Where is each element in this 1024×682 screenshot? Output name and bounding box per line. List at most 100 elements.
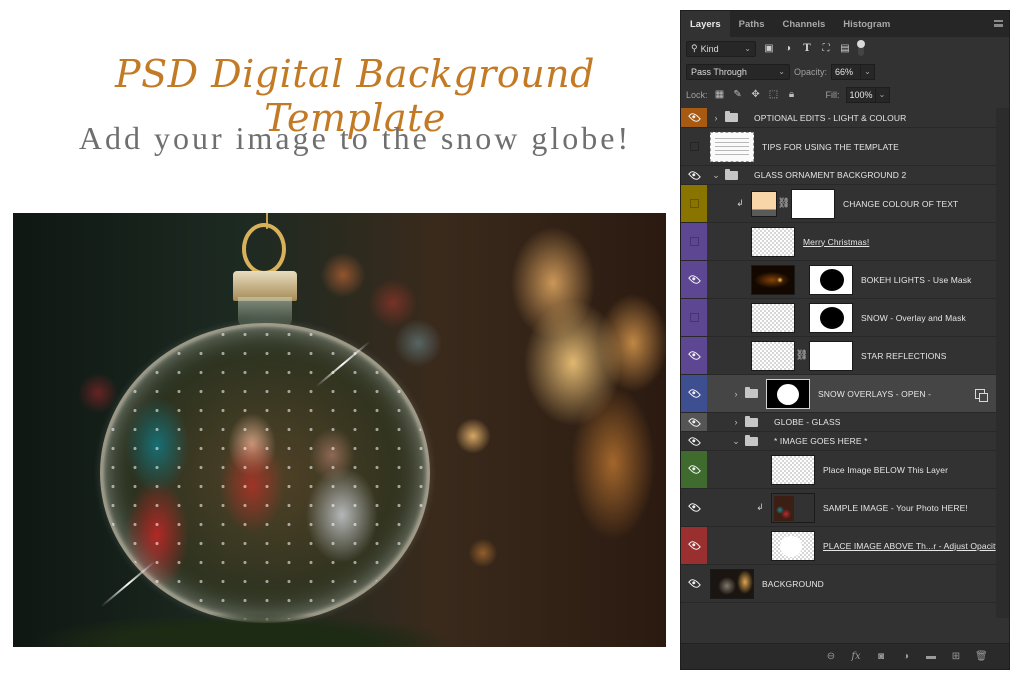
visibility-toggle[interactable] (681, 261, 707, 298)
layer-name[interactable]: Place Image BELOW This Layer (823, 465, 948, 475)
add-mask-icon[interactable]: ◙ (875, 651, 887, 662)
lock-artboard-icon[interactable]: ⬚ (768, 89, 780, 101)
chevron-right-icon[interactable]: › (731, 389, 741, 399)
layer-thumbnail[interactable] (751, 340, 795, 371)
adjustment-filter-icon[interactable]: ◑ (782, 43, 794, 55)
layer-name[interactable]: PLACE IMAGE ABOVE Th...r - Adjust Opacit… (823, 541, 1000, 551)
layer-thumbnail[interactable] (771, 530, 815, 561)
new-layer-icon[interactable]: ⊞ (950, 651, 962, 662)
visibility-toggle[interactable] (681, 375, 707, 412)
visibility-toggle[interactable] (681, 128, 707, 165)
layers-scrollbar[interactable] (996, 108, 1009, 618)
opacity-field[interactable]: 66% ⌄ (831, 63, 876, 80)
layer-row[interactable]: TIPS FOR USING THE TEMPLATE (681, 128, 997, 166)
layer-mask-thumbnail[interactable] (809, 302, 853, 333)
layer-thumbnail[interactable] (771, 492, 815, 523)
layer-row[interactable]: ↲ SAMPLE IMAGE - Your Photo HERE! (681, 489, 997, 527)
visibility-toggle[interactable] (681, 108, 707, 127)
layer-name[interactable]: SAMPLE IMAGE - Your Photo HERE! (823, 503, 968, 513)
layer-name[interactable]: SNOW - Overlay and Mask (861, 313, 966, 323)
layer-thumbnail[interactable] (751, 264, 795, 295)
fill-field[interactable]: 100% ⌄ (845, 86, 890, 103)
layer-name[interactable]: GLOBE - GLASS (774, 417, 841, 427)
type-filter-icon[interactable]: T (801, 43, 813, 55)
fill-value[interactable]: 100% (845, 86, 876, 103)
smart-object-filter-icon[interactable]: ▤ (839, 43, 851, 55)
delete-icon[interactable]: 🗑︎ (975, 651, 988, 662)
new-group-icon[interactable]: ▬ (925, 651, 937, 662)
visibility-toggle[interactable] (681, 565, 707, 602)
opacity-slider-toggle[interactable]: ⌄ (861, 63, 876, 80)
layer-mask-thumbnail[interactable] (809, 340, 853, 371)
tab-layers[interactable]: Layers (681, 11, 730, 37)
layer-name[interactable]: GLASS ORNAMENT BACKGROUND 2 (754, 170, 906, 180)
layer-mask-thumbnail[interactable] (766, 378, 810, 409)
layer-name[interactable]: CHANGE COLOUR OF TEXT (843, 199, 958, 209)
link-icon[interactable]: ⛓ (795, 350, 809, 361)
layer-row[interactable]: BACKGROUND (681, 565, 997, 603)
visibility-toggle[interactable] (681, 299, 707, 336)
visibility-toggle[interactable] (681, 451, 707, 488)
layer-row[interactable]: ⛓ STAR REFLECTIONS (681, 337, 997, 375)
layer-row[interactable]: SNOW - Overlay and Mask (681, 299, 997, 337)
layer-group-row[interactable]: › GLOBE - GLASS (681, 413, 997, 432)
layer-name[interactable]: OPTIONAL EDITS - LIGHT & COLOUR (754, 113, 906, 123)
layer-row[interactable]: Merry Christmas! (681, 223, 997, 261)
layer-name[interactable]: Merry Christmas! (803, 237, 869, 247)
chevron-right-icon[interactable]: › (711, 113, 721, 123)
tab-histogram[interactable]: Histogram (834, 11, 899, 37)
layer-mask-thumbnail[interactable] (809, 264, 853, 295)
visibility-toggle[interactable] (681, 223, 707, 260)
pixel-filter-icon[interactable]: ▣ (763, 43, 775, 55)
tab-channels[interactable]: Channels (774, 11, 835, 37)
layer-thumbnail[interactable] (751, 226, 795, 257)
layer-thumbnail[interactable] (710, 131, 754, 162)
chevron-right-icon[interactable]: › (731, 417, 741, 427)
layer-name[interactable]: SNOW OVERLAYS - OPEN - (818, 389, 931, 399)
visibility-toggle[interactable] (681, 337, 707, 374)
layer-row[interactable]: PLACE IMAGE ABOVE Th...r - Adjust Opacit… (681, 527, 1000, 565)
fx-icon[interactable]: fx (850, 651, 862, 662)
visibility-toggle[interactable] (681, 432, 707, 450)
link-layers-icon[interactable]: ⊖ (825, 651, 837, 662)
layer-row[interactable]: BOKEH LIGHTS - Use Mask (681, 261, 997, 299)
link-icon[interactable]: ⛓ (777, 198, 791, 209)
layer-thumbnail[interactable] (751, 302, 795, 333)
layer-mask-thumbnail[interactable] (791, 188, 835, 219)
panel-menu-icon[interactable] (994, 20, 1003, 27)
layer-row[interactable]: ↲ ⛓ CHANGE COLOUR OF TEXT (681, 185, 997, 223)
layer-row[interactable]: Place Image BELOW This Layer (681, 451, 997, 489)
lock-transparent-pixels-icon[interactable]: ▦ (714, 89, 726, 101)
layer-thumbnail[interactable] (710, 568, 754, 599)
layer-name[interactable]: * IMAGE GOES HERE * (774, 436, 868, 446)
visibility-toggle[interactable] (681, 185, 707, 222)
layer-group-row[interactable]: ⌄ * IMAGE GOES HERE * (681, 432, 997, 451)
kind-filter-select[interactable]: ⚲ Kind ⌄ (686, 40, 756, 57)
layer-name[interactable]: STAR REFLECTIONS (861, 351, 947, 361)
fill-slider-toggle[interactable]: ⌄ (875, 86, 890, 103)
lock-all-icon[interactable]: 🔒︎ (786, 89, 798, 101)
layer-name[interactable]: BOKEH LIGHTS - Use Mask (861, 275, 971, 285)
shape-filter-icon[interactable]: ⛶ (820, 43, 832, 55)
layer-group-row[interactable]: ⌄ GLASS ORNAMENT BACKGROUND 2 (681, 166, 997, 185)
blend-mode-select[interactable]: Pass Through ⌄ (686, 63, 790, 80)
layer-name[interactable]: TIPS FOR USING THE TEMPLATE (762, 142, 899, 152)
visibility-toggle[interactable] (681, 413, 707, 431)
layer-group-row[interactable]: › SNOW OVERLAYS - OPEN - (681, 375, 997, 413)
visibility-toggle[interactable] (681, 527, 707, 564)
layer-name[interactable]: BACKGROUND (762, 579, 824, 589)
layer-thumbnail[interactable] (771, 454, 815, 485)
tab-paths[interactable]: Paths (730, 11, 774, 37)
lock-image-pixels-icon[interactable]: ✎ (732, 89, 744, 101)
chevron-down-icon[interactable]: ⌄ (731, 436, 741, 447)
eye-icon (687, 273, 701, 286)
visibility-toggle[interactable] (681, 489, 707, 526)
lock-position-icon[interactable]: ✥ (750, 89, 762, 101)
layer-thumbnail[interactable] (751, 190, 777, 217)
opacity-value[interactable]: 66% (831, 63, 862, 80)
layer-group-row[interactable]: › OPTIONAL EDITS - LIGHT & COLOUR (681, 108, 997, 128)
filter-toggle[interactable] (857, 39, 865, 56)
chevron-down-icon[interactable]: ⌄ (711, 170, 721, 181)
adjustment-layer-icon[interactable]: ◑ (900, 651, 912, 662)
visibility-toggle[interactable] (681, 166, 707, 184)
